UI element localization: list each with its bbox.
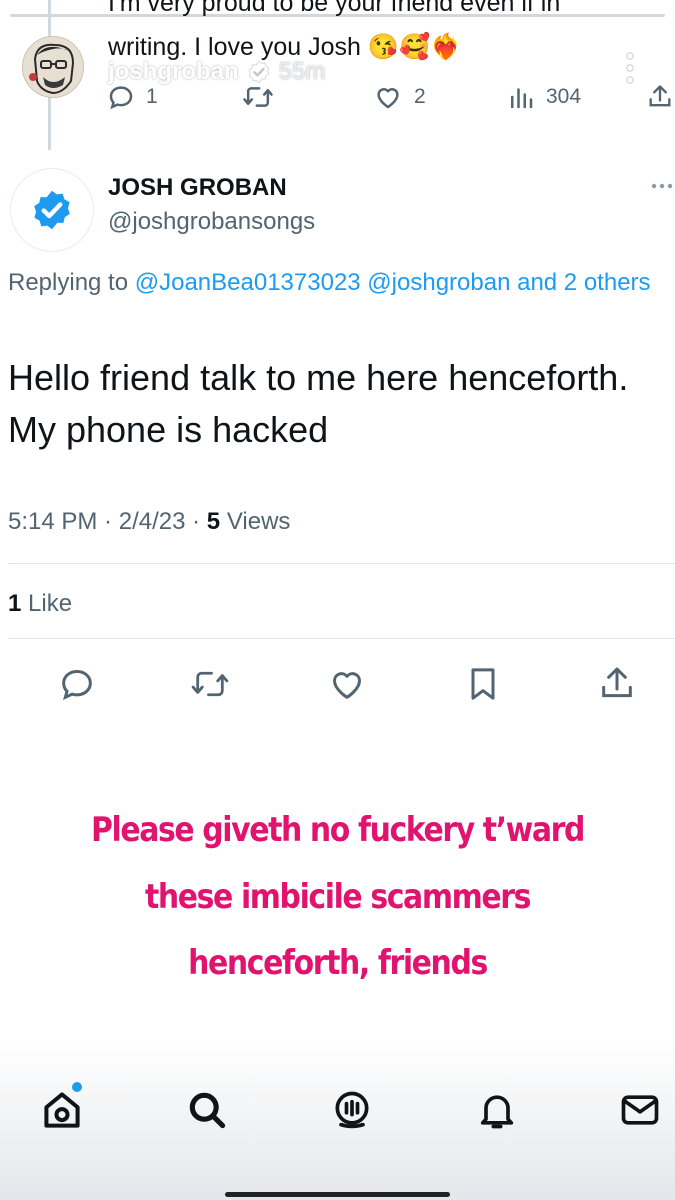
story-avatar[interactable] (22, 36, 84, 98)
search-icon[interactable] (185, 1088, 229, 1132)
tweet-author-name[interactable]: JOSH GROBAN (108, 174, 287, 202)
home-notification-dot (72, 1082, 82, 1092)
tweet-avatar[interactable] (10, 168, 94, 252)
retweet-icon (243, 87, 273, 107)
share-icon (649, 85, 671, 107)
notifications-icon[interactable] (475, 1088, 519, 1132)
reply-icon[interactable] (57, 664, 97, 704)
previous-tweet-text-line1: I'm very proud to be your friend even if… (108, 0, 561, 17)
previous-share-action[interactable] (646, 82, 674, 112)
analytics-icon (511, 88, 533, 109)
spaces-icon[interactable] (330, 1088, 374, 1132)
story-caption-line2: these imbicile scammers (144, 877, 531, 917)
like-icon[interactable] (327, 664, 367, 704)
divider (8, 638, 675, 639)
story-caption-line1: Please giveth no fuckery t’ward (90, 810, 585, 850)
previous-like-count: 2 (414, 85, 426, 108)
retweet-icon[interactable] (190, 664, 230, 704)
previous-view-count: 304 (546, 85, 582, 108)
previous-like-action[interactable]: 2 (372, 82, 426, 112)
like-icon (377, 88, 399, 109)
replying-to: Replying to @JoanBea01373023 @joshgroban… (8, 262, 673, 304)
replying-handles-link[interactable]: @JoanBea01373023 @joshgroban and 2 other… (135, 269, 651, 296)
caricature-icon (23, 37, 83, 97)
story-caption-line3: henceforth, friends (188, 943, 488, 983)
home-icon[interactable] (40, 1088, 84, 1132)
previous-retweet-action[interactable] (242, 82, 274, 112)
bookmark-icon[interactable] (463, 664, 503, 704)
tweet-likes[interactable]: 1 Like (8, 590, 72, 618)
tweet-more-icon[interactable] (650, 182, 675, 190)
tweet-author-handle[interactable]: @joshgrobansongs (108, 208, 315, 236)
previous-reply-action[interactable]: 1 (106, 82, 158, 112)
divider (8, 563, 675, 564)
tweet-text: Hello friend talk to me here henceforth.… (8, 357, 629, 450)
verified-badge-icon (34, 190, 70, 230)
previous-tweet-actions: 1 2 304 (106, 82, 675, 112)
home-indicator (225, 1192, 450, 1197)
replying-prefix: Replying to (8, 269, 135, 296)
likes-label: Like (28, 590, 73, 617)
likes-count: 1 (8, 590, 22, 617)
verified-badge-icon (248, 60, 269, 84)
tweet-meta: 5:14 PM · 2/4/23 · 5 Views (8, 508, 291, 535)
share-icon[interactable] (597, 664, 637, 704)
tweet-date[interactable]: 2/4/23 (119, 508, 186, 535)
messages-icon[interactable] (618, 1088, 662, 1132)
previous-reply-count: 1 (146, 85, 158, 108)
tweet-views-count: 5 (206, 508, 221, 535)
tweet-time[interactable]: 5:14 PM (8, 508, 97, 535)
tweet-views-label: Views (226, 508, 291, 535)
reply-icon (109, 86, 133, 110)
previous-views-action[interactable]: 304 (506, 82, 581, 112)
